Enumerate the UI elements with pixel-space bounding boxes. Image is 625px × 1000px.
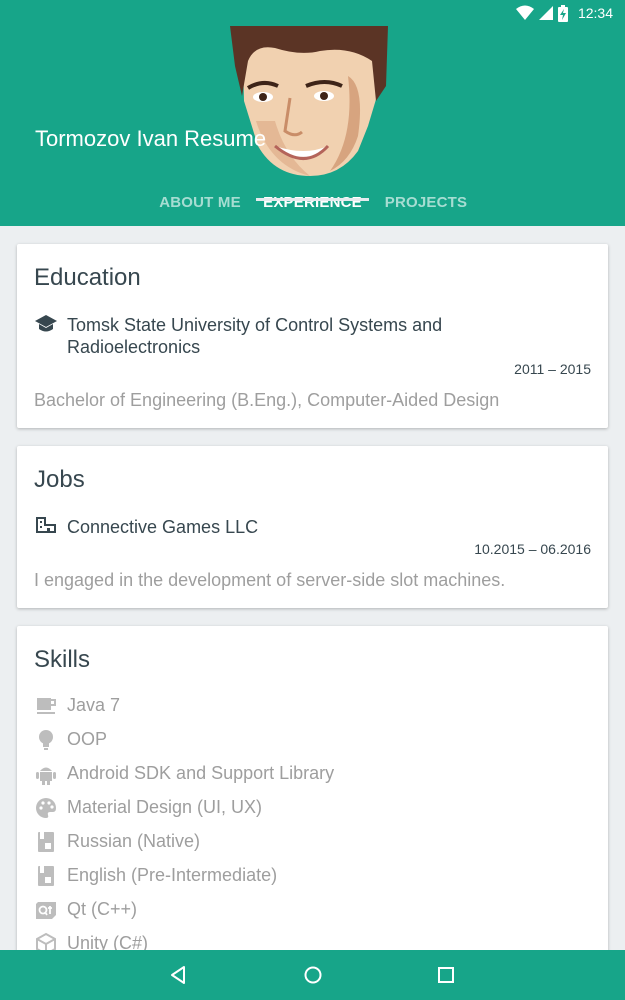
page-title: Tormozov Ivan Resume: [35, 126, 267, 151]
tab-experience[interactable]: EXPERIENCE: [256, 183, 369, 223]
skill-label: OOP: [67, 729, 108, 749]
company-name: Connective Games LLC: [67, 517, 259, 537]
education-card: Education Tomsk State University of Cont…: [17, 244, 608, 428]
degree-text: Bachelor of Engineering (B.Eng.), Comput…: [34, 390, 500, 410]
recents-icon[interactable]: [433, 962, 459, 988]
education-title: Education: [34, 264, 141, 291]
skill-label: Russian (Native): [67, 831, 201, 851]
coffee-cup-icon: [37, 698, 56, 714]
skill-label: English (Pre-Intermediate): [67, 865, 278, 885]
company-icon: [36, 517, 56, 533]
skills-title: Skills: [34, 646, 91, 673]
wifi-icon: [515, 5, 534, 20]
jobs-card: Jobs Connective Games LLC 10.2015 – 06.2…: [17, 446, 608, 608]
tab-projects[interactable]: PROJECTS: [376, 183, 476, 223]
avatar: [230, 26, 388, 186]
language-book-icon: [38, 866, 54, 886]
back-icon[interactable]: [166, 962, 192, 988]
home-icon[interactable]: [300, 962, 326, 988]
android-icon: [36, 767, 56, 785]
education-dates: 2011 – 2015: [514, 361, 591, 377]
school-name: Tomsk State University of Control System…: [67, 315, 443, 357]
status-time: 12:34: [577, 5, 613, 21]
job-description: I engaged in the development of server-s…: [34, 570, 506, 590]
skill-label: Material Design (UI, UX): [67, 797, 263, 817]
app-bar: Tormozov Ivan Resume ABOUT ME EXPERIENCE…: [0, 26, 625, 226]
cell-signal-icon: [538, 6, 553, 20]
language-book-icon: [38, 832, 54, 852]
graduation-cap-icon: [35, 315, 57, 332]
palette-icon: [36, 798, 56, 818]
navigation-bar: [0, 950, 625, 1000]
skill-label: Qt (C++): [67, 899, 138, 919]
skill-label: Android SDK and Support Library: [67, 763, 335, 783]
jobs-title: Jobs: [34, 466, 85, 493]
qt-logo-icon: [36, 902, 56, 919]
tab-about-me[interactable]: ABOUT ME: [150, 183, 250, 223]
tab-bar: ABOUT ME EXPERIENCE PROJECTS: [0, 183, 625, 226]
skills-card: Skills Java 7 OOP Android SDK and Suppor…: [17, 626, 608, 966]
battery-charging-icon: [557, 4, 568, 22]
lightbulb-icon: [39, 730, 53, 750]
status-icons: 12:34: [515, 4, 613, 22]
status-bar: 12:34: [0, 0, 625, 26]
skill-label: Java 7: [67, 695, 121, 715]
tab-indicator: [256, 198, 369, 201]
job-dates: 10.2015 – 06.2016: [474, 541, 591, 557]
